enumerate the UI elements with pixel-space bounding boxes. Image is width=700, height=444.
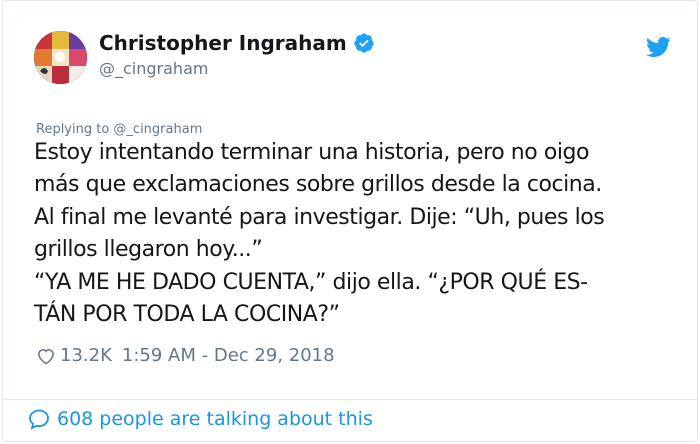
talking-about-link[interactable]: 608 people are talking about this: [27, 407, 373, 431]
tweet-card: Christopher Ingraham @_cingraham Replyin…: [2, 0, 698, 442]
speech-bubble-icon: [29, 409, 49, 430]
author-handle[interactable]: @_cingraham: [99, 59, 208, 78]
like-count[interactable]: 13.2K: [60, 345, 112, 366]
author-name[interactable]: Christopher Ingraham: [99, 31, 347, 55]
verified-badge-icon: [354, 33, 374, 53]
tweet-text-line: “YA ME HE DADO CUENTA,” dijo ella. “¿POR…: [34, 269, 588, 295]
twitter-bird-icon[interactable]: [645, 36, 671, 58]
author-name-row[interactable]: Christopher Ingraham: [99, 31, 375, 55]
divider: [3, 399, 697, 400]
avatar-image: [34, 31, 87, 84]
avatar[interactable]: [34, 31, 87, 84]
replying-to-label[interactable]: Replying to @_cingraham: [36, 122, 202, 137]
tweet-text-line: Al final me levanté para investigar. Dij…: [34, 204, 605, 230]
tweet-text-line: Estoy intentando terminar una historia, …: [34, 140, 590, 165]
tweet-text-line: TÁN POR TODA LA COCINA?”: [34, 302, 340, 328]
tweet-text: Estoy intentando terminar una historia, …: [34, 137, 684, 331]
tweet-text-line: grillos llegaron hoy...”: [34, 237, 263, 263]
talking-about-label[interactable]: 608 people are talking about this: [57, 408, 373, 430]
tweet-date[interactable]: Dec 29, 2018: [214, 345, 335, 366]
heart-icon[interactable]: [36, 346, 56, 366]
tweet-meta: 13.2K 1:59 AM - Dec 29, 2018: [36, 345, 335, 366]
tweet-time[interactable]: 1:59 AM: [122, 345, 196, 366]
tweet-text-line: más que exclamaciones sobre grillos desd…: [34, 172, 602, 198]
